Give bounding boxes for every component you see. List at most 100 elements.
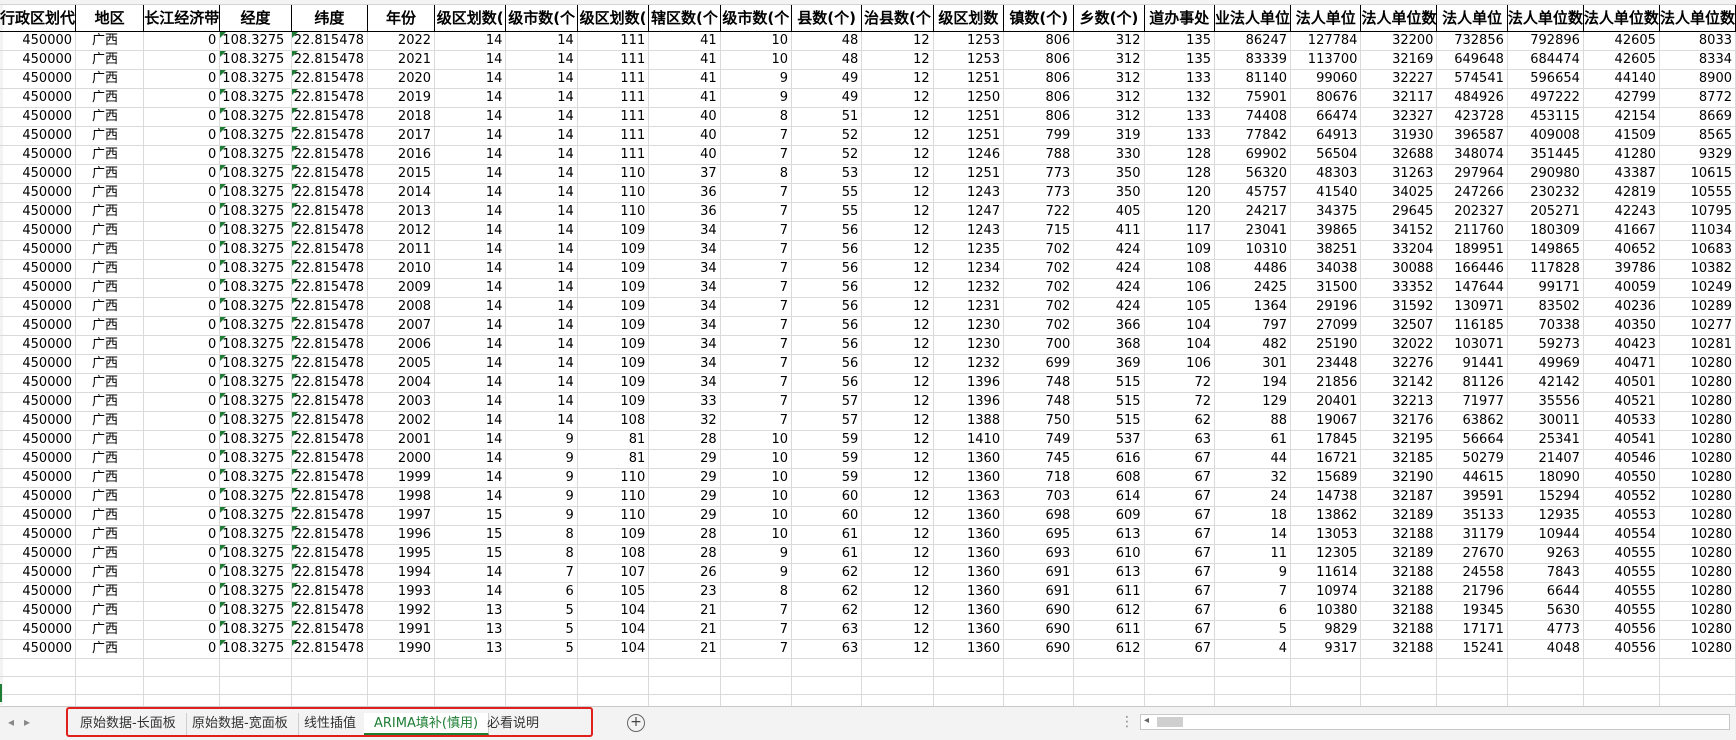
table-cell[interactable]: 34 bbox=[648, 221, 721, 241]
table-cell[interactable]: 67 bbox=[1144, 468, 1216, 488]
table-cell[interactable]: 32188 bbox=[1360, 601, 1438, 621]
table-cell[interactable]: 8565 bbox=[1659, 126, 1736, 146]
table-cell[interactable]: 515 bbox=[1073, 392, 1145, 412]
table-cell[interactable]: 60 bbox=[791, 487, 863, 507]
table-cell[interactable]: 1996 bbox=[367, 525, 436, 545]
table-cell[interactable]: 453115 bbox=[1507, 107, 1584, 127]
table-cell[interactable]: 14 bbox=[434, 430, 507, 450]
table-cell[interactable]: 129 bbox=[1214, 392, 1292, 412]
table-cell[interactable]: 广西 bbox=[75, 582, 145, 602]
table-cell[interactable]: 135 bbox=[1144, 50, 1216, 70]
table-cell[interactable]: 22.815478 bbox=[291, 525, 369, 545]
table-cell[interactable]: 8 bbox=[720, 164, 793, 184]
table-cell[interactable]: 7 bbox=[720, 221, 793, 241]
table-cell[interactable]: 7 bbox=[720, 411, 793, 431]
table-cell[interactable]: 42799 bbox=[1583, 88, 1660, 108]
table-cell[interactable]: 10310 bbox=[1214, 240, 1292, 260]
table-cell[interactable]: 12 bbox=[861, 582, 934, 602]
table-cell[interactable]: 108 bbox=[1144, 259, 1216, 279]
table-cell[interactable]: 40555 bbox=[1583, 582, 1660, 602]
table-cell[interactable]: 108.3275 bbox=[219, 107, 292, 127]
table-cell[interactable]: 424 bbox=[1073, 297, 1145, 317]
table-cell[interactable]: 10 bbox=[720, 468, 793, 488]
table-cell[interactable]: 806 bbox=[1003, 50, 1075, 70]
table-cell[interactable]: 7 bbox=[505, 563, 578, 583]
table-cell[interactable]: 120 bbox=[1144, 183, 1216, 203]
table-cell[interactable]: 40 bbox=[648, 107, 721, 127]
table-cell[interactable]: 31592 bbox=[1360, 297, 1438, 317]
table-cell[interactable]: 41667 bbox=[1583, 221, 1660, 241]
table-cell[interactable]: 135 bbox=[1144, 31, 1216, 51]
table-cell[interactable]: 9 bbox=[720, 88, 793, 108]
table-cell[interactable]: 450000 bbox=[0, 31, 77, 51]
table-cell[interactable]: 14 bbox=[434, 278, 507, 298]
table-cell[interactable]: 7 bbox=[720, 392, 793, 412]
table-cell[interactable]: 1232 bbox=[933, 278, 1005, 298]
table-cell[interactable]: 0 bbox=[143, 582, 221, 602]
table-cell[interactable]: 166446 bbox=[1436, 259, 1508, 279]
table-cell[interactable]: 71977 bbox=[1436, 392, 1508, 412]
table-cell[interactable]: 120 bbox=[1144, 202, 1216, 222]
table-cell[interactable]: 806 bbox=[1003, 88, 1075, 108]
table-cell[interactable]: 13862 bbox=[1290, 506, 1362, 526]
table-cell[interactable]: 10 bbox=[720, 487, 793, 507]
table-cell[interactable]: 62 bbox=[791, 582, 863, 602]
table-cell[interactable]: 537 bbox=[1073, 430, 1145, 450]
table-cell[interactable]: 0 bbox=[143, 525, 221, 545]
table-cell[interactable]: 88 bbox=[1214, 411, 1292, 431]
table-cell[interactable]: 368 bbox=[1073, 335, 1145, 355]
table-cell[interactable]: 0 bbox=[143, 639, 221, 659]
table-cell[interactable]: 67 bbox=[1144, 487, 1216, 507]
table-cell[interactable]: 684474 bbox=[1507, 50, 1584, 70]
table-cell[interactable]: 14 bbox=[505, 107, 578, 127]
table-cell[interactable]: 59 bbox=[791, 468, 863, 488]
table-cell[interactable]: 22.815478 bbox=[291, 278, 369, 298]
empty-cell[interactable] bbox=[0, 658, 77, 677]
table-cell[interactable]: 69902 bbox=[1214, 145, 1292, 165]
table-cell[interactable]: 70338 bbox=[1507, 316, 1584, 336]
table-cell[interactable]: 12 bbox=[861, 563, 934, 583]
table-cell[interactable]: 32188 bbox=[1360, 582, 1438, 602]
table-cell[interactable]: 40350 bbox=[1583, 316, 1660, 336]
table-cell[interactable]: 62 bbox=[791, 563, 863, 583]
empty-cell[interactable] bbox=[791, 676, 863, 695]
table-cell[interactable]: 515 bbox=[1073, 373, 1145, 393]
table-cell[interactable]: 22.815478 bbox=[291, 639, 369, 659]
empty-cell[interactable] bbox=[1360, 694, 1438, 706]
table-cell[interactable]: 108.3275 bbox=[219, 563, 292, 583]
table-cell[interactable]: 12305 bbox=[1290, 544, 1362, 564]
table-cell[interactable]: 广西 bbox=[75, 601, 145, 621]
table-cell[interactable]: 7 bbox=[720, 278, 793, 298]
table-cell[interactable]: 60 bbox=[791, 506, 863, 526]
scroll-left-icon[interactable]: ◂ bbox=[1144, 715, 1149, 726]
table-cell[interactable]: 111 bbox=[577, 50, 650, 70]
table-cell[interactable]: 108.3275 bbox=[219, 88, 292, 108]
table-cell[interactable]: 609 bbox=[1073, 506, 1145, 526]
table-cell[interactable]: 1360 bbox=[933, 620, 1005, 640]
table-cell[interactable]: 广西 bbox=[75, 164, 145, 184]
table-cell[interactable]: 611 bbox=[1073, 620, 1145, 640]
table-cell[interactable]: 1990 bbox=[367, 639, 436, 659]
table-cell[interactable]: 2018 bbox=[367, 107, 436, 127]
table-cell[interactable]: 9 bbox=[1214, 563, 1292, 583]
table-cell[interactable]: 8033 bbox=[1659, 31, 1736, 51]
table-cell[interactable]: 25341 bbox=[1507, 430, 1584, 450]
table-cell[interactable]: 41 bbox=[648, 50, 721, 70]
table-cell[interactable]: 1396 bbox=[933, 373, 1005, 393]
table-cell[interactable]: 4773 bbox=[1507, 620, 1584, 640]
table-cell[interactable]: 108.3275 bbox=[219, 221, 292, 241]
table-cell[interactable]: 广西 bbox=[75, 31, 145, 51]
table-cell[interactable]: 22.815478 bbox=[291, 563, 369, 583]
table-cell[interactable]: 1992 bbox=[367, 601, 436, 621]
table-cell[interactable]: 16721 bbox=[1290, 449, 1362, 469]
table-cell[interactable]: 319 bbox=[1073, 126, 1145, 146]
table-cell[interactable]: 12 bbox=[861, 354, 934, 374]
table-cell[interactable]: 23448 bbox=[1290, 354, 1362, 374]
column-header[interactable]: 道办事处 bbox=[1144, 5, 1216, 32]
table-cell[interactable]: 133 bbox=[1144, 107, 1216, 127]
table-cell[interactable]: 128 bbox=[1144, 164, 1216, 184]
table-cell[interactable]: 2014 bbox=[367, 183, 436, 203]
table-cell[interactable]: 22.815478 bbox=[291, 297, 369, 317]
empty-cell[interactable] bbox=[0, 694, 77, 706]
table-cell[interactable]: 81140 bbox=[1214, 69, 1292, 89]
